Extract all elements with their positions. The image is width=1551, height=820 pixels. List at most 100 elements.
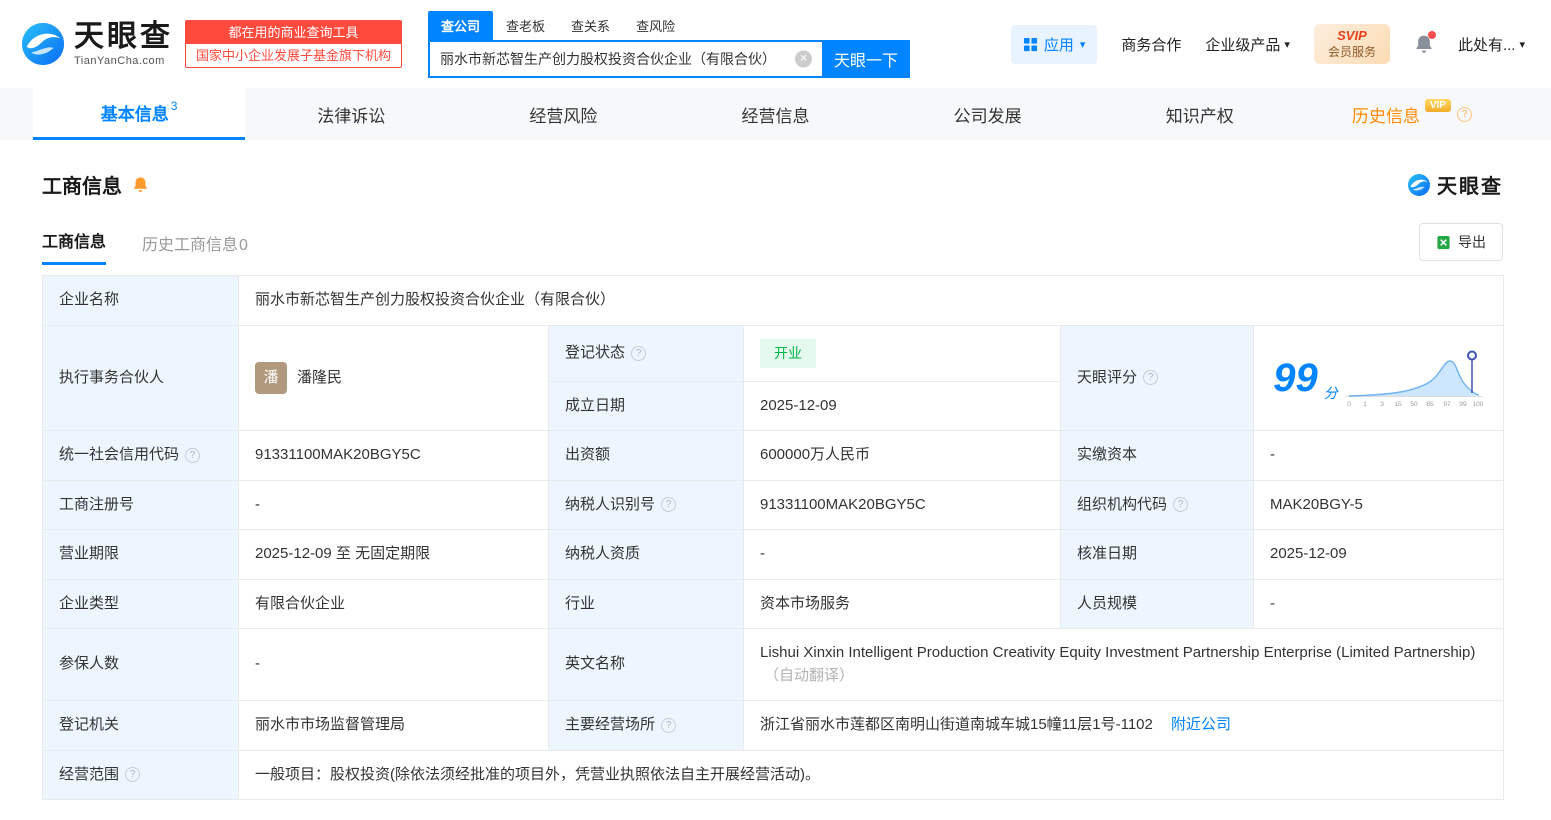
apps-label: 应用 (1043, 36, 1074, 54)
staff-size-label: 人员规模 (1060, 578, 1254, 629)
svg-text:100: 100 (1472, 401, 1483, 408)
search-tab-risk[interactable]: 查风险 (623, 11, 688, 40)
svip-member-button[interactable]: SVIP 会员服务 (1313, 24, 1390, 64)
nav-tab-operating-risk[interactable]: 经营风险 (457, 88, 669, 140)
executive-partner-label: 执行事务合伙人 (42, 324, 239, 431)
nearby-companies-link[interactable]: 附近公司 (1171, 716, 1231, 733)
question-icon[interactable]: ? (1456, 106, 1472, 122)
nav-tab-business-info[interactable]: 经营信息 (669, 88, 881, 140)
subscribe-bell-button[interactable] (132, 175, 149, 194)
question-icon[interactable]: ? (661, 717, 677, 733)
paid-capital-value: - (1252, 430, 1505, 481)
svg-text:15: 15 (1394, 401, 1402, 408)
nav-tab-label: 基本信息 (100, 105, 169, 124)
svg-text:50: 50 (1410, 401, 1418, 408)
table-row: 执行事务合伙人 潘 潘隆民 登记状态? 开业 天眼评分? 99 分 0 1 3 … (42, 324, 1505, 431)
status-badge: 开业 (760, 338, 816, 368)
vip-tag: VIP (1424, 98, 1451, 112)
chevron-down-icon: ▾ (1079, 38, 1086, 51)
slogan-line2: 国家中小企业发展子基金旗下机构 (186, 44, 402, 67)
table-row: 企业名称 丽水市新芯智生产创力股权投资合伙企业（有限合伙） (42, 275, 1505, 326)
score-distribution-chart: 0 1 3 15 50 85 97 99 100 (1345, 350, 1484, 408)
subtabs-row: 工商信息 历史工商信息0 导出 (42, 223, 1503, 265)
search-button[interactable]: 天眼一下 (822, 39, 911, 78)
question-icon[interactable]: ? (1143, 370, 1159, 386)
nav-tab-legal-proceedings[interactable]: 法律诉讼 (245, 88, 457, 140)
svg-text:97: 97 (1443, 401, 1451, 408)
nav-tab-intellectual-property[interactable]: 知识产权 (1094, 88, 1306, 140)
clear-icon[interactable]: ✕ (795, 50, 813, 67)
tianyancha-logo-icon (1408, 173, 1430, 196)
question-icon[interactable]: ? (125, 767, 141, 783)
industry-value: 资本市场服务 (743, 578, 1061, 629)
search-tabs: 查公司 查老板 查关系 查风险 (428, 10, 910, 40)
question-icon[interactable]: ? (1173, 497, 1189, 513)
slogan-badge: 都在用的商业查询工具 国家中小企业发展子基金旗下机构 (185, 20, 403, 68)
english-name-cell: Lishui Xinxin Intelligent Production Cre… (742, 628, 1505, 701)
brand-name: 天眼查 (1437, 176, 1503, 198)
credit-code-label: 统一社会信用代码? (42, 430, 239, 481)
question-icon[interactable]: ? (631, 345, 647, 361)
nav-tab-company-development[interactable]: 公司发展 (882, 88, 1094, 140)
logo[interactable]: 天眼查 TianYanCha.com (20, 21, 173, 67)
registration-number-label: 工商注册号 (42, 479, 239, 530)
company-name-label: 企业名称 (42, 275, 239, 326)
industry-label: 行业 (548, 578, 744, 629)
paid-capital-label: 实缴资本 (1060, 430, 1254, 481)
subtab-business-registration[interactable]: 工商信息 (42, 228, 107, 265)
org-code-value: MAK20BGY-5 (1252, 479, 1505, 530)
business-scope-label: 经营范围? (42, 749, 239, 800)
nav-tab-label: 法律诉讼 (317, 106, 386, 126)
business-cooperation-link[interactable]: 商务合作 (1121, 34, 1181, 55)
subtab-label: 工商信息 (42, 234, 107, 251)
section-title: 工商信息 (42, 176, 122, 198)
question-icon[interactable]: ? (661, 497, 677, 513)
user-name-label: 此处有... (1457, 36, 1516, 54)
subtab-history-registration[interactable]: 历史工商信息0 (142, 231, 248, 265)
search-area: 查公司 查老板 查关系 查风险 ✕ 天眼一下 (428, 10, 911, 78)
score-unit: 分 (1323, 384, 1338, 401)
top-right-menu: 应用 ▾ 商务合作 企业级产品 ▾ SVIP 会员服务 此处有... ▾ (1010, 24, 1525, 64)
org-code-label: 组织机构代码? (1060, 479, 1254, 530)
company-type-value: 有限合伙企业 (238, 578, 549, 629)
excel-export-icon (1437, 235, 1450, 249)
business-info-table: 企业名称 丽水市新芯智生产创力股权投资合伙企业（有限合伙） 执行事务合伙人 潘 … (42, 275, 1505, 800)
nav-tab-label: 公司发展 (953, 106, 1022, 126)
main-premises-cell: 浙江省丽水市莲都区南明山街道南城车城15幢11层1号-1102 附近公司 (742, 700, 1505, 751)
question-icon[interactable]: ? (185, 447, 201, 463)
company-name-value: 丽水市新芯智生产创力股权投资合伙企业（有限合伙） (237, 275, 1505, 326)
nav-tab-label: 经营风险 (529, 106, 598, 126)
tianyan-score-cell[interactable]: 99 分 0 1 3 15 50 85 97 99 100 (1252, 324, 1505, 431)
search-tab-relation[interactable]: 查关系 (558, 11, 623, 40)
export-button[interactable]: 导出 (1419, 223, 1503, 261)
search-tab-boss[interactable]: 查老板 (493, 11, 558, 40)
avatar: 潘 (255, 361, 287, 394)
section-header: 工商信息 天眼查 (42, 170, 1503, 199)
enterprise-products-label: 企业级产品 (1205, 36, 1281, 54)
nav-tab-label: 历史信息 (1351, 106, 1420, 126)
chevron-down-icon: ▾ (1519, 38, 1525, 51)
company-nav-tabs: 基本信息 3 法律诉讼 经营风险 经营信息 公司发展 知识产权 历史信息 VIP… (0, 88, 1551, 140)
score-value: 99 (1273, 355, 1318, 400)
subtab-label: 历史工商信息 (142, 237, 239, 254)
notification-bell-button[interactable] (1414, 31, 1436, 55)
nav-tab-basic-info[interactable]: 基本信息 3 (33, 88, 246, 140)
search-tab-company[interactable]: 查公司 (428, 10, 494, 40)
english-name-value: Lishui Xinxin Intelligent Production Cre… (760, 644, 1476, 661)
notification-dot (1427, 31, 1436, 39)
table-row: 营业期限 2025-12-09 至 无固定期限 纳税人资质 - 核准日期 202… (42, 529, 1505, 580)
nav-tab-history-info[interactable]: 历史信息 VIP ? (1306, 88, 1518, 140)
establishment-date-value: 2025-12-09 (743, 380, 1061, 431)
partner-name: 潘隆民 (297, 368, 343, 386)
business-term-label: 营业期限 (42, 529, 239, 580)
taxpayer-quality-value: - (743, 529, 1061, 580)
apps-button[interactable]: 应用 ▾ (1010, 24, 1098, 64)
export-label: 导出 (1458, 234, 1486, 250)
search-input[interactable] (428, 39, 823, 78)
partner-link[interactable]: 潘 潘隆民 (255, 361, 532, 394)
enterprise-products-link[interactable]: 企业级产品 ▾ (1205, 34, 1290, 55)
svg-text:99: 99 (1459, 401, 1467, 408)
apps-grid-icon (1023, 37, 1037, 51)
registration-status-cell: 开业 (743, 324, 1061, 382)
user-menu[interactable]: 此处有... ▾ (1458, 34, 1525, 55)
